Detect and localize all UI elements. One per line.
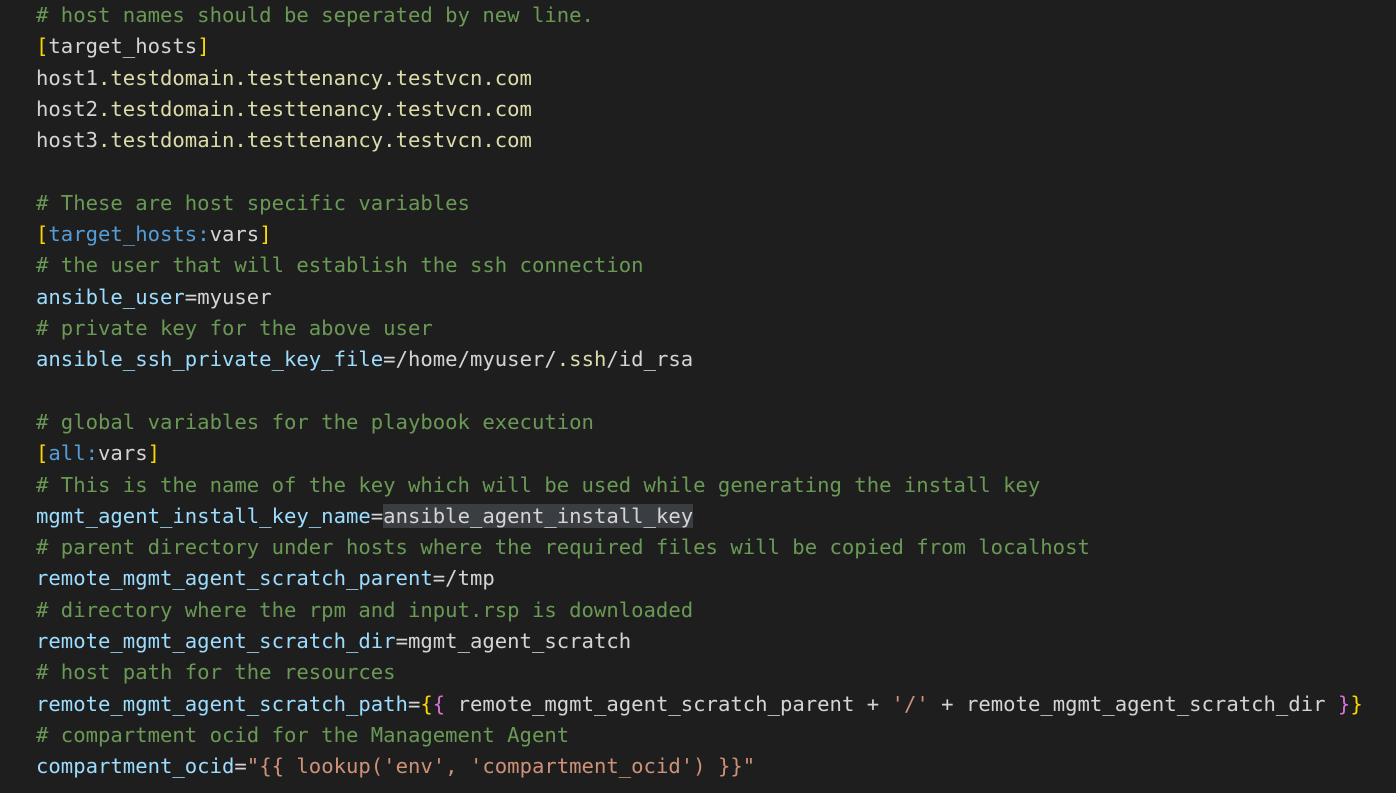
code-token-section-ns: target_hosts: — [48, 222, 210, 247]
code-token-op: = — [370, 503, 384, 528]
code-token-val: remote_mgmt_agent_scratch_parent + — [445, 691, 892, 716]
code-token-bracket: ] — [147, 441, 161, 466]
code-token-select: ansible_agent_install_key — [383, 503, 694, 528]
code-token-comment: # directory where the rpm and input.rsp … — [36, 597, 694, 622]
code-token-comment: # global variables for the playbook exec… — [36, 409, 594, 434]
code-line[interactable]: # parent directory under hosts where the… — [36, 532, 1090, 563]
code-token-string: '/' — [891, 691, 929, 716]
code-line[interactable]: ansible_ssh_private_key_file=/home/myuse… — [36, 344, 693, 375]
code-line[interactable]: remote_mgmt_agent_scratch_path={{ remote… — [36, 689, 1363, 720]
code-token-key: remote_mgmt_agent_scratch_dir — [36, 629, 396, 653]
code-token-op: = — [432, 566, 446, 591]
code-token-key: ansible_ssh_private_key_file — [36, 347, 384, 372]
code-line[interactable]: # global variables for the playbook exec… — [36, 407, 594, 438]
code-token-brace-p: { — [432, 691, 446, 716]
code-token-val-hl: .ssh — [556, 347, 607, 372]
code-token-section: vars — [209, 222, 260, 247]
code-token-op: = — [395, 629, 408, 653]
code-token-bracket: ] — [197, 34, 210, 59]
code-token-section-ns: all: — [48, 441, 99, 466]
code-line[interactable]: host2.testdomain.testtenancy.testvcn.com — [36, 94, 532, 125]
code-token-val: /id_rsa — [606, 347, 694, 372]
code-editor[interactable]: # host names should be seperated by new … — [0, 0, 1396, 793]
code-token-host-dom: .testdomain.testtenancy.testvcn.com — [98, 128, 532, 153]
code-token-bracket: ] — [259, 222, 272, 247]
code-token-val: /tmp — [445, 566, 495, 591]
code-token-bracket: [ — [36, 441, 49, 466]
code-token-comment: # host path for the resources — [36, 660, 396, 685]
code-token-val: myuser — [197, 284, 272, 309]
code-line[interactable]: remote_mgmt_agent_scratch_dir=mgmt_agent… — [36, 626, 631, 657]
code-token-op: = — [184, 284, 198, 309]
code-line[interactable]: [target_hosts] — [36, 31, 210, 62]
code-token-key: remote_mgmt_agent_scratch_path — [36, 691, 408, 716]
code-token-op: = — [383, 347, 396, 372]
code-token-key: compartment_ocid — [36, 754, 235, 779]
code-line[interactable]: remote_mgmt_agent_scratch_parent=/tmp — [36, 563, 495, 594]
code-token-comment: # private key for the above user — [36, 316, 433, 340]
code-token-comment: # host names should be seperated by new … — [36, 3, 594, 27]
code-line[interactable]: host3.testdomain.testtenancy.testvcn.com — [36, 125, 532, 156]
code-token-op: = — [407, 691, 421, 716]
code-line[interactable]: # host names should be seperated by new … — [36, 0, 594, 31]
code-token-key: mgmt_agent_install_key_name — [36, 503, 371, 528]
code-token-comment: # compartment ocid for the Management Ag… — [36, 722, 570, 747]
code-token-bracket: [ — [36, 34, 49, 59]
code-token-key: ansible_user — [36, 284, 185, 309]
code-token-host: host2 — [36, 96, 98, 121]
code-token-section: vars — [98, 441, 148, 466]
code-line[interactable]: [target_hosts:vars] — [36, 219, 272, 250]
code-token-val: + remote_mgmt_agent_scratch_dir — [928, 691, 1338, 716]
code-line[interactable]: # the user that will establish the ssh c… — [36, 250, 644, 281]
code-line[interactable]: # This is the name of the key which will… — [36, 470, 1040, 501]
code-token-host: host3 — [36, 128, 98, 153]
code-token-host: host1 — [36, 65, 98, 90]
code-token-brace-p: } — [1337, 691, 1351, 716]
code-line[interactable]: mgmt_agent_install_key_name=ansible_agen… — [36, 501, 694, 532]
code-token-key: remote_mgmt_agent_scratch_parent — [36, 566, 433, 591]
code-token-val: /home/myuser/ — [395, 347, 557, 372]
code-line[interactable]: # These are host specific variables — [36, 188, 470, 219]
code-line[interactable]: # private key for the above user — [36, 313, 433, 344]
code-line[interactable]: # host path for the resources — [36, 657, 396, 688]
code-line[interactable]: host1.testdomain.testtenancy.testvcn.com — [36, 63, 532, 94]
code-token-bracket: } — [1350, 691, 1363, 716]
code-token-string: "{{ lookup('env', 'compartment_ocid') }}… — [246, 754, 756, 779]
code-token-op: = — [234, 754, 247, 779]
code-line[interactable]: [all:vars] — [36, 438, 160, 469]
code-token-bracket: [ — [36, 222, 49, 247]
code-line[interactable]: ansible_user=myuser — [36, 282, 272, 313]
code-token-comment: # This is the name of the key which will… — [36, 472, 1041, 497]
code-line[interactable]: # compartment ocid for the Management Ag… — [36, 720, 569, 751]
code-line[interactable]: compartment_ocid="{{ lookup('env', 'comp… — [36, 751, 755, 782]
code-token-comment: # These are host specific variables — [36, 190, 470, 215]
code-token-val: mgmt_agent_scratch — [407, 629, 632, 653]
code-line[interactable]: # directory where the rpm and input.rsp … — [36, 595, 693, 626]
code-token-section: target_hosts — [48, 34, 198, 59]
code-token-host-dom: .testdomain.testtenancy.testvcn.com — [98, 65, 532, 90]
code-token-host-dom: .testdomain.testtenancy.testvcn.com — [98, 96, 532, 121]
code-token-bracket: { — [420, 691, 433, 716]
code-token-comment: # the user that will establish the ssh c… — [36, 253, 644, 278]
code-token-comment: # parent directory under hosts where the… — [36, 535, 1090, 560]
